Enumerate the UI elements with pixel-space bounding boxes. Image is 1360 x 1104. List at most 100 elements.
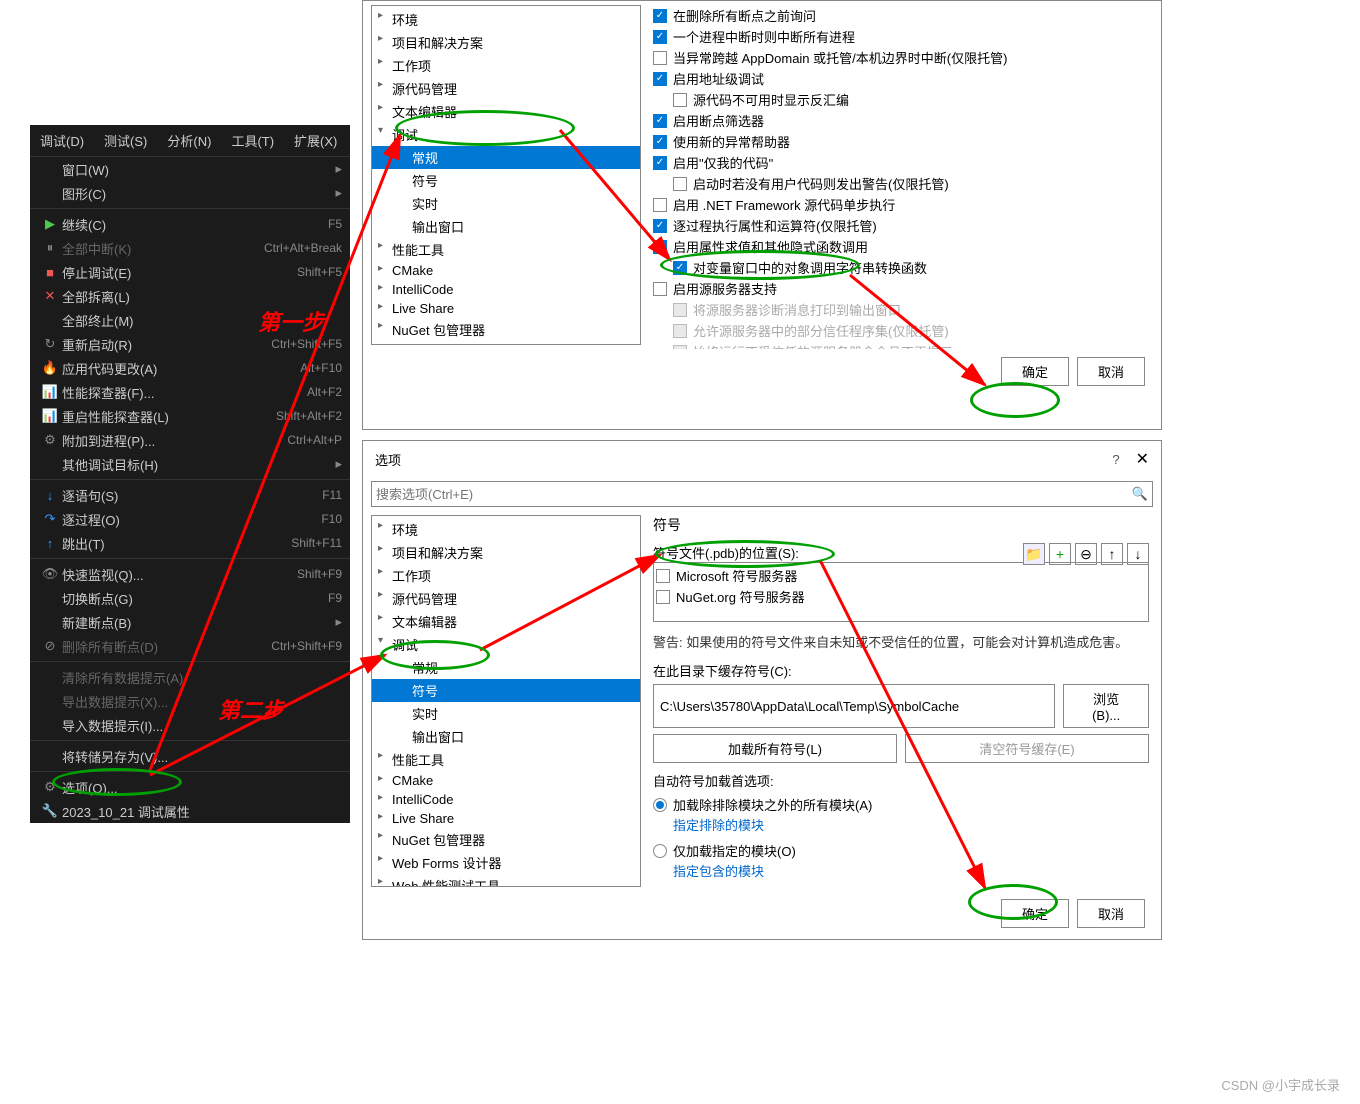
move-up-icon[interactable]: ↑ (1101, 543, 1123, 565)
tree-item[interactable]: 符号 (372, 679, 640, 702)
checkbox[interactable] (656, 590, 670, 604)
menu-item[interactable]: 窗口(W)▸ (30, 157, 350, 181)
remove-icon[interactable]: ⊖ (1075, 543, 1097, 565)
tree-item[interactable]: ▾调试 (372, 123, 640, 146)
tree-item[interactable]: 输出窗口 (372, 215, 640, 238)
menu-item[interactable]: 图形(C)▸ (30, 181, 350, 205)
menu-item[interactable]: 将转储另存为(V)... (30, 744, 350, 768)
ok-button[interactable]: 确定 (1001, 357, 1069, 386)
tree-item[interactable]: ▸CMake (372, 771, 640, 790)
tree-item[interactable]: ▸源代码管理 (372, 77, 640, 100)
tree-item[interactable]: ▸环境 (372, 518, 640, 541)
menu-item[interactable]: 导入数据提示(I)... (30, 713, 350, 737)
menubar-item[interactable]: 测试(S) (94, 125, 157, 156)
tree-item[interactable]: ▸文本编辑器 (372, 610, 640, 633)
menubar-item[interactable]: 调试(D) (30, 125, 94, 156)
tree-item[interactable]: ▸工作项 (372, 564, 640, 587)
add-icon[interactable]: + (1049, 543, 1071, 565)
cancel-button[interactable]: 取消 (1077, 899, 1145, 928)
tree-item[interactable]: ▸NuGet 包管理器 (372, 828, 640, 851)
checkbox[interactable]: ✓ (673, 261, 687, 275)
menu-item[interactable]: 📊重启性能探查器(L)Shift+Alt+F2 (30, 404, 350, 428)
symbol-servers-list[interactable]: Microsoft 符号服务器NuGet.org 符号服务器 (653, 562, 1149, 622)
new-folder-icon[interactable]: 📁 (1023, 543, 1045, 565)
options-tree[interactable]: ▸环境▸项目和解决方案▸工作项▸源代码管理▸文本编辑器▾调试常规符号实时输出窗口… (371, 5, 641, 345)
menu-item[interactable]: 🔧2023_10_21 调试属性 (30, 799, 350, 823)
checkbox[interactable]: ✓ (653, 135, 667, 149)
menu-item[interactable]: 切换断点(G)F9 (30, 586, 350, 610)
checkbox[interactable] (653, 282, 667, 296)
checkbox[interactable] (673, 177, 687, 191)
tree-item[interactable]: ▸项目和解决方案 (372, 541, 640, 564)
tree-item[interactable]: ▸文本编辑器 (372, 100, 640, 123)
search-input[interactable] (376, 487, 1132, 502)
tree-item[interactable]: ▸IntelliCode (372, 790, 640, 809)
checkbox-label: 启用"仅我的代码" (673, 153, 773, 172)
checkbox-label: 使用新的异常帮助器 (673, 132, 790, 151)
menu-item[interactable]: 📊性能探查器(F)...Alt+F2 (30, 380, 350, 404)
tree-item[interactable]: 常规 (372, 656, 640, 679)
load-all-symbols-button[interactable]: 加载所有符号(L) (653, 734, 897, 763)
menu-item[interactable]: 其他调试目标(H)▸ (30, 452, 350, 476)
checkbox[interactable] (653, 198, 667, 212)
menubar-item[interactable]: 扩展(X) (284, 125, 347, 156)
tree-item[interactable]: ▸源代码管理 (372, 587, 640, 610)
checkbox[interactable] (653, 51, 667, 65)
menu-item[interactable]: ↓逐语句(S)F11 (30, 483, 350, 507)
tree-item[interactable]: 符号 (372, 169, 640, 192)
checkbox[interactable] (673, 93, 687, 107)
clear-cache-button[interactable]: 清空符号缓存(E) (905, 734, 1149, 763)
checkbox[interactable]: ✓ (653, 240, 667, 254)
move-down-icon[interactable]: ↓ (1127, 543, 1149, 565)
menu-item[interactable]: ↷逐过程(O)F10 (30, 507, 350, 531)
menu-item[interactable]: ■停止调试(E)Shift+F5 (30, 260, 350, 284)
checkbox[interactable]: ✓ (653, 72, 667, 86)
checkbox[interactable]: ✓ (653, 156, 667, 170)
cache-path-input[interactable] (653, 684, 1055, 728)
tree-item[interactable]: ▸性能工具 (372, 238, 640, 261)
search-icon[interactable]: 🔍 (1132, 486, 1148, 502)
tree-item[interactable]: ▸环境 (372, 8, 640, 31)
menu-item[interactable]: ↑跳出(T)Shift+F11 (30, 531, 350, 555)
menubar-item[interactable]: 分析(N) (157, 125, 221, 156)
tree-item[interactable]: 常规 (372, 146, 640, 169)
tree-item[interactable]: 输出窗口 (372, 725, 640, 748)
tree-item[interactable]: ▸Web 性能测试工具 (372, 874, 640, 887)
tree-item[interactable]: ▸Live Share (372, 299, 640, 318)
tree-item[interactable]: ▸Web Forms 设计器 (372, 851, 640, 874)
tree-item[interactable]: 实时 (372, 702, 640, 725)
tree-item[interactable]: ▸性能工具 (372, 748, 640, 771)
tree-item[interactable]: ▸Web Forms 设计器 (372, 341, 640, 345)
tree-item[interactable]: ▸项目和解决方案 (372, 31, 640, 54)
menu-item[interactable]: ⚙选项(O)... (30, 775, 350, 799)
menubar-item[interactable]: 工具(T) (221, 125, 284, 156)
checkbox[interactable]: ✓ (653, 30, 667, 44)
checkbox[interactable] (656, 569, 670, 583)
cancel-button[interactable]: 取消 (1077, 357, 1145, 386)
specify-included-link[interactable]: 指定包含的模块 (673, 864, 764, 879)
tree-item[interactable]: ▸工作项 (372, 54, 640, 77)
tree-item[interactable]: ▸CMake (372, 261, 640, 280)
menu-item[interactable]: ⚙附加到进程(P)...Ctrl+Alt+P (30, 428, 350, 452)
tree-item[interactable]: ▸Live Share (372, 809, 640, 828)
menu-item[interactable]: 👁快速监视(Q)...Shift+F9 (30, 562, 350, 586)
checkbox[interactable]: ✓ (653, 9, 667, 23)
menu-item[interactable]: ▶继续(C)F5 (30, 212, 350, 236)
specify-excluded-link[interactable]: 指定排除的模块 (673, 818, 764, 833)
browse-button[interactable]: 浏览(B)... (1063, 684, 1149, 728)
close-icon[interactable]: ✕ (1136, 449, 1149, 469)
tree-item[interactable]: 实时 (372, 192, 640, 215)
ok-button[interactable]: 确定 (1001, 899, 1069, 928)
radio-specified-modules[interactable] (653, 844, 667, 858)
checkbox[interactable]: ✓ (653, 114, 667, 128)
search-options[interactable]: 🔍 (371, 481, 1153, 507)
tree-item[interactable]: ▸IntelliCode (372, 280, 640, 299)
help-icon[interactable]: ? (1112, 452, 1119, 467)
tree-item[interactable]: ▸NuGet 包管理器 (372, 318, 640, 341)
radio-all-modules[interactable] (653, 798, 667, 812)
options-tree[interactable]: ▸环境▸项目和解决方案▸工作项▸源代码管理▸文本编辑器▾调试常规符号实时输出窗口… (371, 515, 641, 887)
menu-item[interactable]: 新建断点(B)▸ (30, 610, 350, 634)
checkbox[interactable]: ✓ (653, 219, 667, 233)
menu-item[interactable]: 🔥应用代码更改(A)Alt+F10 (30, 356, 350, 380)
tree-item[interactable]: ▾调试 (372, 633, 640, 656)
